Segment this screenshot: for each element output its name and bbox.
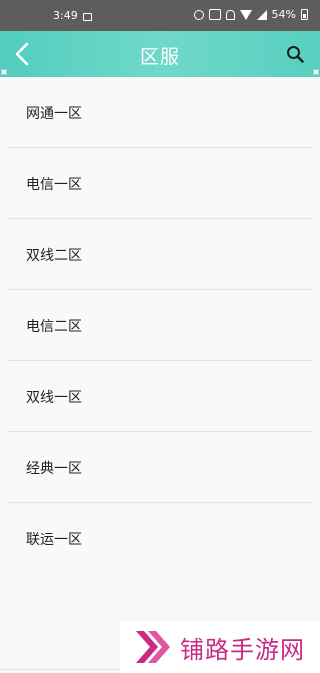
server-label: 经典一区 xyxy=(26,460,82,477)
watermark-text: 铺路手游网 xyxy=(180,635,305,664)
list-item[interactable]: 电信一区 xyxy=(0,148,320,219)
mute-icon xyxy=(225,9,235,20)
wifi-icon xyxy=(239,9,252,20)
server-label: 双线二区 xyxy=(26,247,82,264)
server-label: 电信二区 xyxy=(26,318,82,335)
status-time: 3:49 xyxy=(53,9,78,22)
server-label: 电信一区 xyxy=(26,176,82,193)
list-item[interactable]: 联运一区 xyxy=(0,503,320,574)
status-icons: 54% xyxy=(193,8,308,21)
corner-marker xyxy=(1,69,7,75)
watermark: 铺路手游网 xyxy=(120,621,320,673)
server-label: 联运一区 xyxy=(26,531,82,548)
server-label: 双线一区 xyxy=(26,389,82,406)
watermark-logo-icon xyxy=(136,631,170,663)
signal-icon xyxy=(256,9,267,20)
gallery-icon xyxy=(83,13,92,21)
search-button[interactable] xyxy=(284,43,306,65)
battery-percent: 54% xyxy=(271,8,296,21)
server-label: 网通一区 xyxy=(26,105,82,122)
server-list: 网通一区 电信一区 双线二区 电信二区 双线一区 经典一区 联运一区 xyxy=(0,77,320,574)
list-item[interactable]: 网通一区 xyxy=(0,77,320,148)
search-icon xyxy=(287,46,304,63)
list-item[interactable]: 双线二区 xyxy=(0,219,320,290)
list-item[interactable]: 电信二区 xyxy=(0,290,320,361)
battery-icon xyxy=(301,9,308,20)
alarm-icon xyxy=(193,9,204,20)
list-item[interactable]: 经典一区 xyxy=(0,432,320,503)
status-bar: 3:49 54% xyxy=(0,0,320,31)
volte-icon xyxy=(208,9,221,20)
corner-marker xyxy=(313,69,319,75)
app-bar: 区服 xyxy=(0,31,320,77)
list-item[interactable]: 双线一区 xyxy=(0,361,320,432)
page-title: 区服 xyxy=(139,46,180,68)
